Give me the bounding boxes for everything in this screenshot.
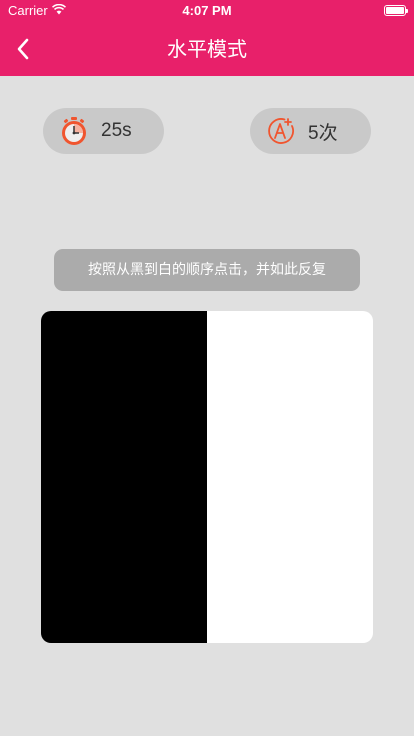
page-title: 水平模式 — [167, 37, 247, 61]
stopwatch-icon — [62, 117, 86, 145]
count-badge: 5次 — [250, 108, 371, 154]
battery-icon — [384, 5, 408, 16]
count-value: 5次 — [308, 122, 338, 144]
status-bar: Carrier 4:07 PM — [0, 0, 414, 22]
status-time: 4:07 PM — [182, 3, 232, 18]
grade-a-plus-icon — [268, 118, 294, 144]
white-block[interactable] — [207, 311, 373, 643]
timer-value: 25s — [101, 120, 132, 141]
game-board — [41, 311, 373, 643]
timer-badge: 25s — [43, 108, 164, 154]
black-block[interactable] — [41, 311, 207, 643]
header-bar: Carrier 4:07 PM 水平模式 — [0, 0, 414, 76]
instruction-tip: 按照从黑到白的顺序点击，并如此反复 — [54, 249, 360, 291]
